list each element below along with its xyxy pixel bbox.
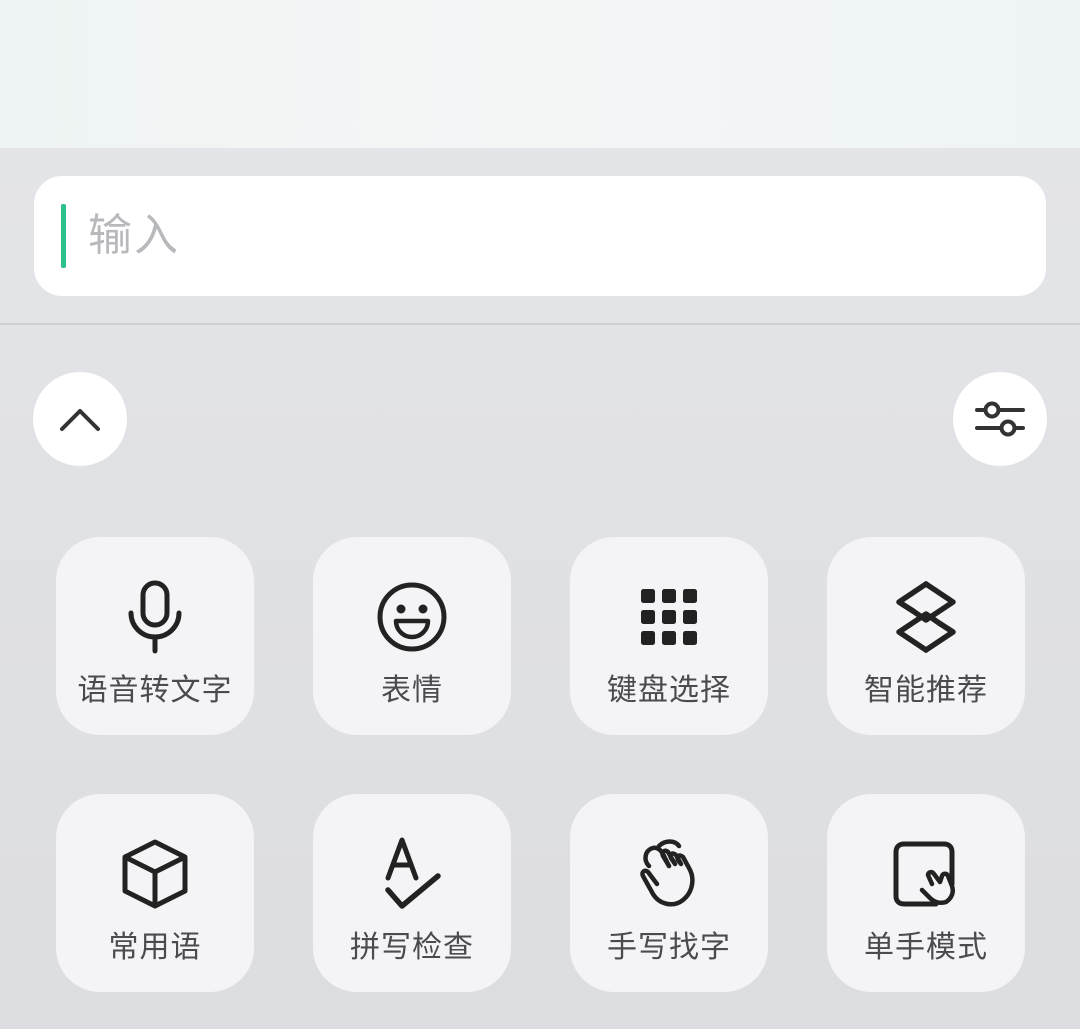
- tool-keyboard-select[interactable]: 键盘选择: [570, 537, 768, 735]
- app-content-area: [0, 0, 1080, 148]
- tool-label: 拼写检查: [350, 930, 474, 965]
- smart-recommend-icon: [896, 581, 956, 653]
- smiley-icon: [377, 582, 447, 652]
- tool-label: 智能推荐: [864, 673, 988, 708]
- tool-label: 手写找字: [607, 930, 731, 965]
- tool-emoji[interactable]: 表情: [313, 537, 511, 735]
- keypad-grid-icon: [641, 589, 697, 645]
- spell-check-icon: [385, 837, 441, 909]
- settings-button[interactable]: [953, 372, 1047, 466]
- text-caret: [61, 204, 66, 268]
- tool-label: 键盘选择: [607, 673, 731, 708]
- tool-label: 单手模式: [864, 930, 988, 965]
- collapse-button[interactable]: [33, 372, 127, 466]
- tool-common-phrases[interactable]: 常用语: [56, 794, 254, 992]
- tool-smart-recommend[interactable]: 智能推荐: [827, 537, 1025, 735]
- tool-one-hand-mode[interactable]: 单手模式: [827, 794, 1025, 992]
- tool-label: 表情: [381, 673, 443, 708]
- tool-handwriting[interactable]: 手写找字: [570, 794, 768, 992]
- hand-gesture-icon: [640, 839, 695, 907]
- tool-label: 语音转文字: [77, 673, 233, 708]
- tool-spell-check[interactable]: 拼写检查: [313, 794, 511, 992]
- text-input-field[interactable]: [34, 176, 1046, 296]
- cube-icon: [122, 839, 188, 909]
- chevron-up-icon: [60, 409, 100, 431]
- toolbar-divider: [0, 323, 1080, 325]
- sliders-icon: [975, 401, 1025, 437]
- tool-voice-to-text[interactable]: 语音转文字: [56, 537, 254, 735]
- microphone-icon: [128, 580, 182, 654]
- one-hand-mode-icon: [893, 841, 955, 907]
- input-placeholder: 输入: [88, 210, 180, 261]
- tool-label: 常用语: [108, 930, 202, 965]
